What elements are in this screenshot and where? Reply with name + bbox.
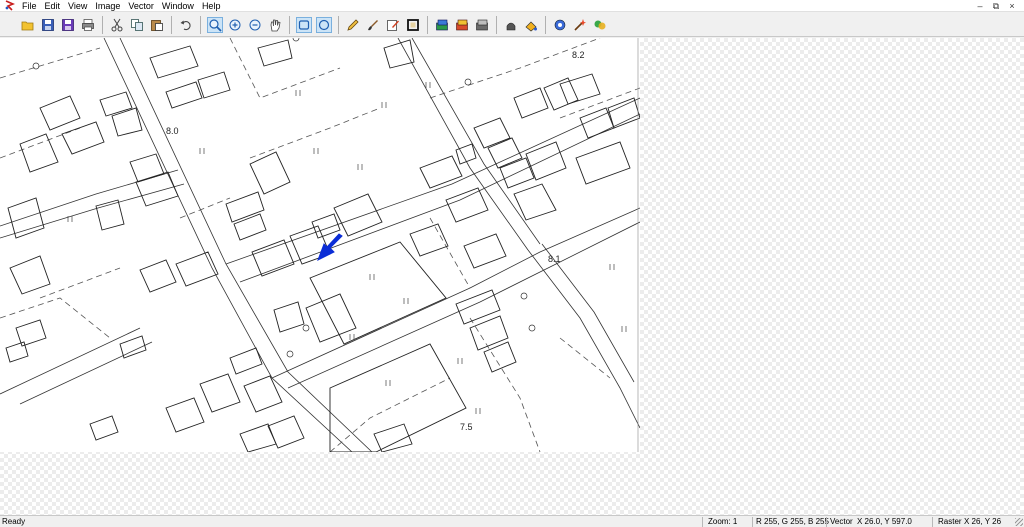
minimize-button[interactable]: –	[972, 0, 988, 12]
map-canvas[interactable]: 8.2 8.0 8.1 7.5	[0, 38, 640, 452]
window-controls: – ⧉ ×	[972, 0, 1020, 12]
workspace[interactable]: 8.2 8.0 8.1 7.5	[0, 38, 1024, 515]
menu-bar: File Edit View Image Vector Window Help …	[0, 0, 1024, 12]
status-divider	[826, 517, 827, 527]
menu-edit[interactable]: Edit	[41, 0, 65, 12]
toolbar-separator	[496, 15, 497, 34]
app-logo-icon	[3, 0, 15, 12]
blue-arrow	[317, 233, 343, 262]
status-ready: Ready	[2, 517, 26, 526]
select-rectangle-icon[interactable]	[296, 16, 312, 33]
menu-window[interactable]: Window	[158, 0, 198, 12]
menu-file[interactable]: File	[18, 0, 41, 12]
save-as-icon[interactable]	[60, 17, 76, 33]
brush-icon[interactable]	[365, 17, 381, 33]
status-vector-coords: X 26.0, Y 597.0	[857, 517, 912, 526]
zoom-in-icon[interactable]	[227, 17, 243, 33]
cut-icon[interactable]	[109, 17, 125, 33]
zoom-out-icon[interactable]	[247, 17, 263, 33]
status-zoom: Zoom: 1	[708, 517, 738, 526]
stamp-icon[interactable]	[503, 17, 519, 33]
elevation-label: 8.1	[548, 254, 561, 264]
status-divider	[702, 517, 703, 527]
edit-sheet-icon[interactable]	[385, 17, 401, 33]
elevation-label: 7.5	[460, 422, 473, 432]
toolbar-separator	[289, 15, 290, 34]
print-icon[interactable]	[80, 17, 96, 33]
status-raster-label: Raster	[938, 517, 962, 526]
menu-image[interactable]: Image	[91, 0, 124, 12]
menu-view[interactable]: View	[64, 0, 91, 12]
status-vector-label: Vector	[830, 517, 853, 526]
plugin-icon[interactable]	[592, 17, 608, 33]
cadastral-map	[0, 38, 640, 452]
pencil-icon[interactable]	[345, 17, 361, 33]
save-icon[interactable]	[40, 17, 56, 33]
layer-grid-icon[interactable]	[474, 17, 490, 33]
crop-frame-icon[interactable]	[405, 17, 421, 33]
toolbar-separator	[200, 15, 201, 34]
resize-grip-icon[interactable]	[1015, 518, 1023, 526]
status-bar: Ready Zoom: 1 R 255, G 255, B 255 Vector…	[0, 515, 1024, 527]
settings-gear-icon[interactable]	[552, 17, 568, 33]
status-color: R 255, G 255, B 255	[756, 517, 829, 526]
fill-bucket-icon[interactable]	[523, 17, 539, 33]
status-divider	[932, 517, 933, 527]
status-divider	[752, 517, 753, 527]
zoom-select-icon[interactable]	[207, 16, 223, 33]
toolbar-separator	[338, 15, 339, 34]
toolbar-separator	[102, 15, 103, 34]
copy-icon[interactable]	[129, 17, 145, 33]
main-toolbar	[0, 13, 1024, 37]
layer-vector-icon[interactable]	[454, 17, 470, 33]
toolbar-separator	[171, 15, 172, 34]
select-circle-icon[interactable]	[316, 16, 332, 33]
status-raster-coords: X 26, Y 26	[964, 517, 1002, 526]
elevation-label: 8.0	[166, 126, 179, 136]
undo-icon[interactable]	[178, 17, 194, 33]
menu-vector[interactable]: Vector	[124, 0, 158, 12]
restore-button[interactable]: ⧉	[988, 0, 1004, 12]
layer-raster-icon[interactable]	[434, 17, 450, 33]
paste-icon[interactable]	[149, 17, 165, 33]
toolbar-separator	[427, 15, 428, 34]
open-folder-icon[interactable]	[20, 17, 36, 33]
wizard-icon[interactable]	[572, 17, 588, 33]
toolbar-separator	[545, 15, 546, 34]
menu-help[interactable]: Help	[198, 0, 225, 12]
close-button[interactable]: ×	[1004, 0, 1020, 12]
elevation-label: 8.2	[572, 50, 585, 60]
pan-hand-icon[interactable]	[267, 17, 283, 33]
